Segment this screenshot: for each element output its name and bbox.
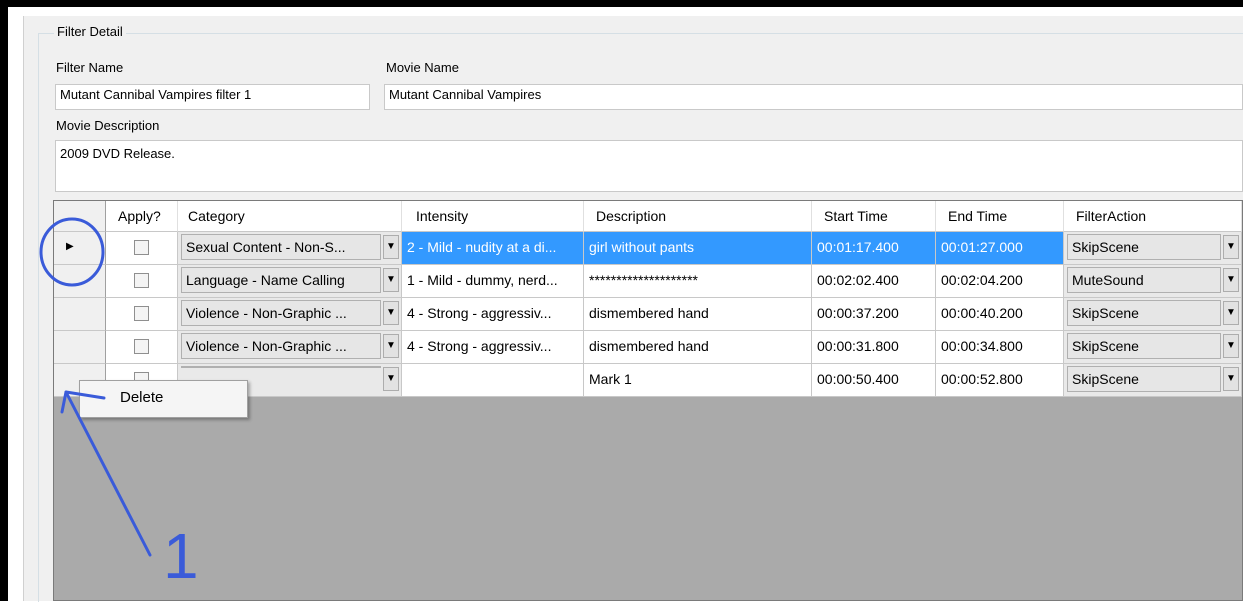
annotation-circle xyxy=(39,217,105,287)
annotation-arrow xyxy=(60,390,152,557)
annotation-number: 1 xyxy=(163,520,199,592)
annotation-overlay: 1 xyxy=(39,217,199,592)
